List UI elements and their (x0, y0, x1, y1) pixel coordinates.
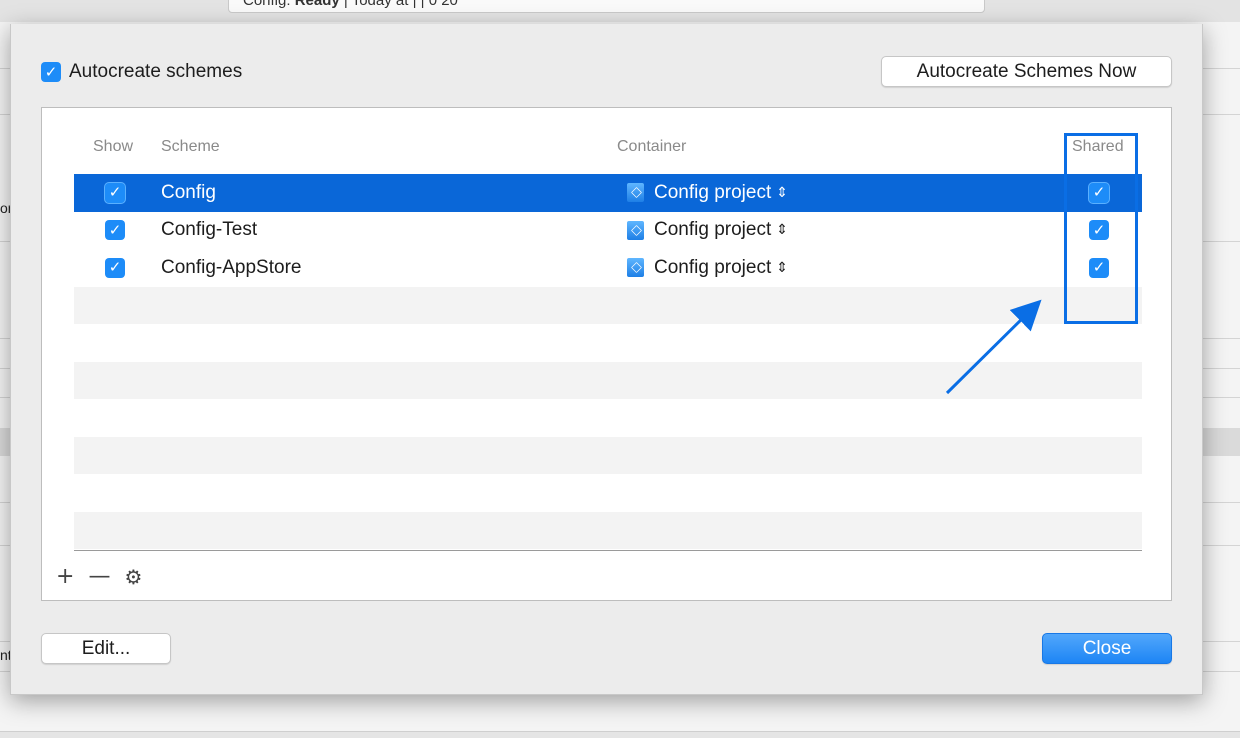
status-state: Ready (294, 0, 340, 9)
add-scheme-button[interactable]: + (56, 566, 74, 588)
empty-row (74, 474, 1142, 512)
table-row[interactable]: ✓ Config Config project ⇕ ✓ (74, 174, 1142, 212)
checkmark-icon: ✓ (44, 62, 58, 81)
empty-row (74, 399, 1142, 437)
remove-scheme-button[interactable]: — (88, 566, 110, 588)
background-bottom-bar (0, 731, 1240, 738)
close-button[interactable]: Close (1042, 633, 1172, 664)
container-popup[interactable]: Config project ⇕ (627, 174, 788, 212)
empty-row (74, 436, 1142, 474)
column-header-show[interactable]: Show (93, 138, 133, 156)
show-checkbox[interactable]: ✓ (105, 182, 125, 203)
autocreate-label: Autocreate schemes (69, 61, 243, 82)
table-row[interactable]: ✓ Config-AppStore Config project ⇕ ✓ (74, 249, 1142, 287)
show-checkbox[interactable]: ✓ (105, 257, 125, 278)
xcode-project-icon (627, 220, 644, 240)
checkmark-icon: ✓ (108, 220, 122, 239)
container-popup[interactable]: Config project ⇕ (627, 212, 788, 250)
manage-schemes-sheet: ✓ Autocreate schemes Autocreate Schemes … (10, 24, 1203, 695)
empty-row (74, 511, 1142, 549)
autocreate-schemes-now-button[interactable]: Autocreate Schemes Now (881, 56, 1172, 87)
table-header: Show Scheme Container Shared (74, 138, 1142, 158)
container-label: Config project (654, 256, 772, 278)
show-checkbox[interactable]: ✓ (105, 220, 125, 241)
xcode-project-icon (627, 258, 644, 278)
annotation-arrow-icon (945, 299, 1042, 395)
gear-icon[interactable]: ⚙ (124, 567, 142, 587)
column-header-container[interactable]: Container (617, 138, 686, 156)
table-toolbar: + — ⚙ (56, 566, 156, 588)
checkmark-icon: ✓ (108, 258, 122, 277)
status-rest: | Today at | | 0 20 (339, 0, 458, 9)
container-label: Config project (654, 219, 772, 241)
scheme-name: Config-Test (161, 219, 258, 241)
xcode-project-icon (627, 183, 644, 203)
shared-column-annotation-box (1064, 133, 1138, 324)
status-prefix: Config: (243, 0, 295, 9)
table-bottom-divider (74, 550, 1142, 551)
activity-status-bar: Config: Ready | Today at | | 0 20 (228, 0, 985, 13)
container-label: Config project (654, 181, 772, 203)
checkmark-icon: ✓ (108, 183, 122, 202)
up-down-chevron-icon: ⇕ (776, 222, 788, 239)
autocreate-checkbox[interactable]: ✓ (41, 62, 61, 82)
table-row[interactable]: ✓ Config-Test Config project ⇕ ✓ (74, 212, 1142, 250)
scheme-name: Config (161, 181, 216, 203)
up-down-chevron-icon: ⇕ (776, 259, 788, 276)
scheme-name: Config-AppStore (161, 256, 302, 278)
edit-button[interactable]: Edit... (41, 633, 171, 664)
up-down-chevron-icon: ⇕ (776, 184, 788, 201)
column-header-scheme[interactable]: Scheme (161, 138, 220, 156)
autocreate-schemes-option[interactable]: ✓ Autocreate schemes (41, 61, 242, 83)
container-popup[interactable]: Config project ⇕ (627, 249, 788, 287)
